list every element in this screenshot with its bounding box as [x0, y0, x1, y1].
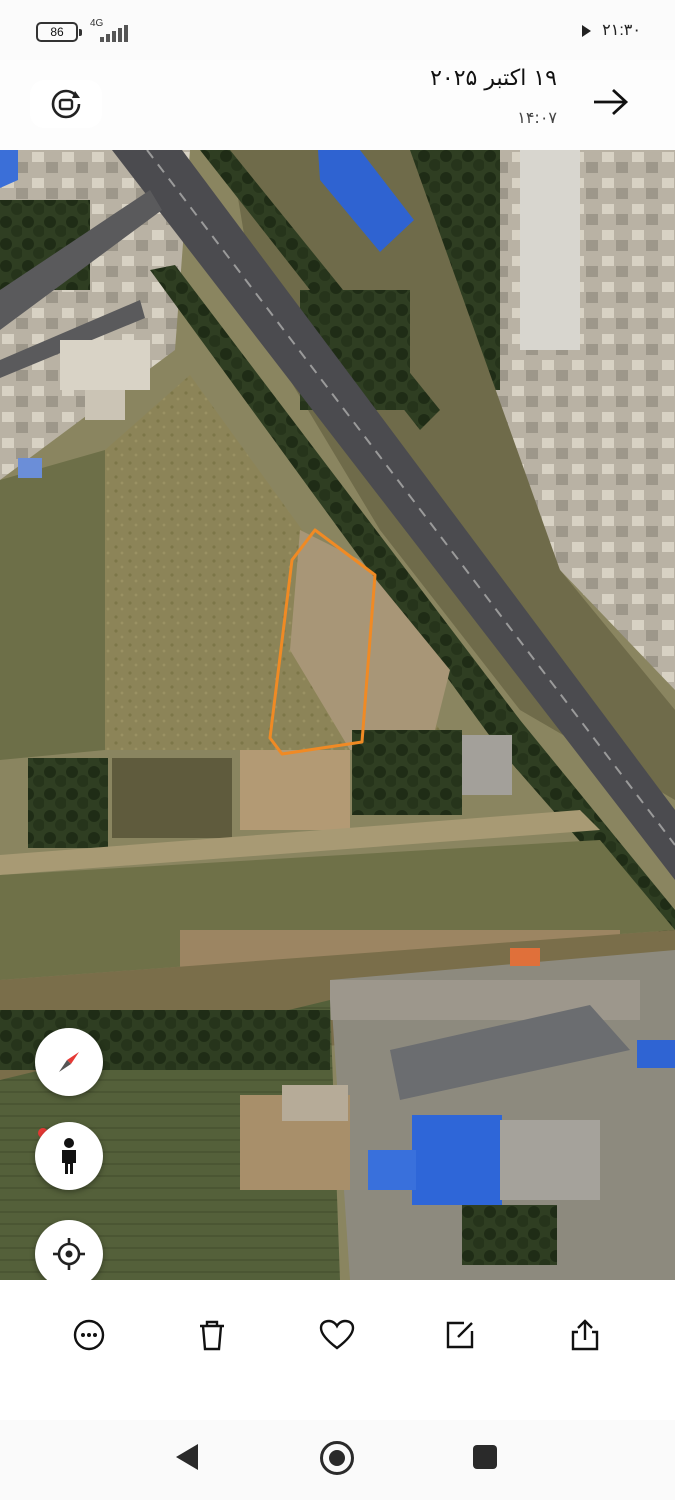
back-button[interactable] [583, 78, 639, 126]
photo-date: ۱۹ اکتبر ۲۰۲۵ [430, 66, 557, 91]
my-location-icon [53, 1238, 85, 1270]
arrow-right-icon [594, 88, 629, 116]
system-navigation-bar [0, 1420, 675, 1500]
satellite-imagery [0, 150, 675, 1280]
status-bar: 86 4G ۲۱:۳۰ [0, 0, 675, 60]
battery-indicator: 86 [36, 22, 82, 42]
edit-icon [446, 1321, 474, 1349]
edit-button[interactable] [432, 1310, 488, 1360]
favorite-button[interactable] [309, 1310, 365, 1360]
media-play-icon [582, 25, 591, 37]
compass-icon [59, 1052, 79, 1072]
photo-header: ۱۹ اکتبر ۲۰۲۵ ۱۴:۰۷ [0, 60, 675, 150]
signal-icon [100, 24, 130, 42]
rotate-button[interactable] [30, 80, 102, 128]
delete-button[interactable] [184, 1310, 240, 1360]
nav-back-icon[interactable] [176, 1444, 198, 1470]
street-view-person-icon [62, 1138, 76, 1174]
share-button[interactable] [557, 1310, 613, 1360]
nav-home-icon[interactable] [320, 1441, 354, 1475]
photo-toolbar [0, 1280, 675, 1420]
rotate-icon [51, 89, 81, 119]
status-clock: ۲۱:۳۰ [602, 22, 641, 39]
street-view-button[interactable] [35, 1122, 103, 1190]
photo-time: ۱۴:۰۷ [517, 108, 557, 127]
favorite-icon [319, 1319, 355, 1350]
compass-button[interactable] [35, 1028, 103, 1096]
more-button[interactable] [61, 1310, 117, 1360]
share-icon [571, 1319, 599, 1351]
more-icon [73, 1319, 105, 1351]
my-location-button[interactable] [35, 1220, 103, 1288]
nav-recents-icon[interactable] [473, 1445, 497, 1469]
satellite-map[interactable] [0, 150, 675, 1280]
delete-icon [200, 1320, 224, 1351]
